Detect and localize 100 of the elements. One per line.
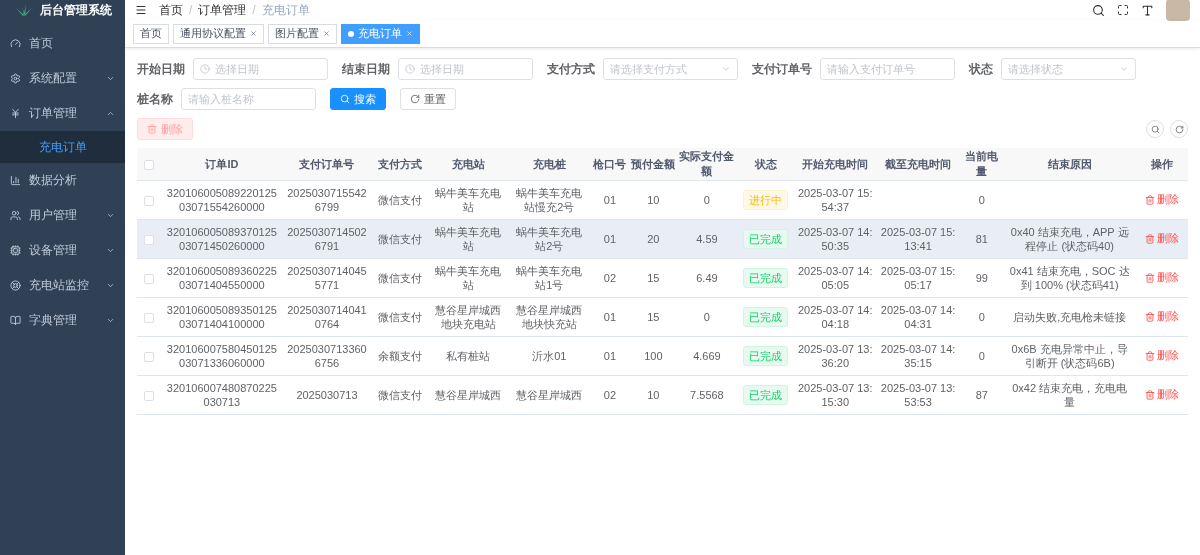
row-checkbox[interactable] bbox=[144, 313, 155, 324]
sidebar-item[interactable]: 用户管理 bbox=[0, 198, 125, 233]
breadcrumb-item[interactable]: 首页 bbox=[159, 1, 183, 19]
table-cell: 01 bbox=[589, 297, 631, 337]
table-cell: 2025-03-07 13:15:30 bbox=[793, 375, 877, 415]
select-all-checkbox[interactable] bbox=[144, 160, 155, 171]
delete-link[interactable]: 删除 bbox=[1144, 387, 1179, 403]
sidebar-subitem[interactable]: 充电订单 bbox=[0, 131, 125, 163]
table-row[interactable]: 320106007480870225030713 2025030713 微信支付 慧谷星岸城西 慧谷星岸城西 02 10 7.5568 已完成 2025-03-07 13:15:30 2025-03-07 13:53:53 87 0x42 结束充电，充电电量 删除 bbox=[137, 375, 1188, 415]
table-cell: 2025-03-07 15:13:41 bbox=[876, 219, 960, 259]
table-cell: 20250307145026791 bbox=[282, 219, 372, 259]
row-checkbox[interactable] bbox=[144, 235, 155, 246]
refresh-icon bbox=[1174, 124, 1184, 134]
table-cell: 微信支付 bbox=[371, 258, 428, 298]
chevron-down-icon bbox=[106, 246, 115, 255]
menu-icon[interactable] bbox=[135, 4, 147, 16]
table-cell: 2025-03-07 14:04:31 bbox=[876, 297, 960, 337]
breadcrumb-separator: / bbox=[252, 3, 256, 17]
table-cell: 10 bbox=[630, 180, 677, 220]
row-checkbox[interactable] bbox=[144, 352, 155, 363]
status-tag: 已完成 bbox=[743, 307, 788, 327]
yen-icon bbox=[10, 108, 21, 119]
book-icon bbox=[10, 315, 21, 326]
chevron-down-icon bbox=[106, 74, 115, 83]
refresh-icon bbox=[410, 94, 420, 104]
reset-button[interactable]: 重置 bbox=[400, 88, 456, 110]
table-cell: 2025-03-07 15:54:37 bbox=[793, 180, 877, 220]
table-cell: 0 bbox=[959, 180, 1004, 220]
search-toggle-button[interactable] bbox=[1146, 120, 1164, 138]
table-cell: 2025030713 bbox=[282, 375, 372, 415]
delete-link[interactable]: 删除 bbox=[1144, 309, 1179, 325]
clock-icon bbox=[405, 64, 415, 74]
table-cell: 4.669 bbox=[676, 336, 738, 376]
fullscreen-icon[interactable] bbox=[1117, 4, 1129, 16]
chevron-down-icon bbox=[721, 64, 731, 74]
sidebar-item[interactable]: 数据分析 bbox=[0, 163, 125, 198]
trash-icon bbox=[1144, 311, 1155, 322]
table-cell: 0 bbox=[959, 336, 1004, 376]
table-cell: 6.49 bbox=[676, 258, 738, 298]
table-cell: 微信支付 bbox=[371, 375, 428, 415]
table-cell: 02 bbox=[589, 375, 631, 415]
filter-label: 支付方式 bbox=[547, 60, 595, 78]
sidebar-item[interactable]: 字典管理 bbox=[0, 303, 125, 338]
table-cell: 启动失败,充电枪未链接 bbox=[1004, 297, 1136, 337]
app-title: 后台管理系统 bbox=[39, 1, 112, 19]
breadcrumb-item[interactable]: 订单管理 bbox=[198, 1, 247, 19]
row-checkbox[interactable] bbox=[144, 196, 155, 207]
page-tab[interactable]: 通用协议配置 bbox=[173, 23, 264, 44]
chevron-down-icon bbox=[1119, 64, 1129, 74]
sidebar-item[interactable]: 订单管理 bbox=[0, 96, 125, 131]
table-cell: 蜗牛美车充电站 bbox=[428, 258, 509, 298]
sidebar-item[interactable]: 设备管理 bbox=[0, 233, 125, 268]
table-cell: 20250307140410764 bbox=[282, 297, 372, 337]
row-checkbox[interactable] bbox=[144, 391, 155, 402]
column-header: 充电站 bbox=[428, 148, 509, 181]
table-cell: 慧谷星岸城西地块充电站 bbox=[428, 297, 509, 337]
font-size-icon[interactable] bbox=[1141, 3, 1154, 17]
gauge-icon bbox=[10, 38, 21, 49]
table-cell: 蜗牛美车充电站慢充2号 bbox=[508, 180, 590, 220]
table-cell: 32010600508936022503071404550000 bbox=[161, 258, 283, 298]
table-cell: 81 bbox=[959, 219, 1004, 259]
table-cell: 20250307133606756 bbox=[282, 336, 372, 376]
table-cell: 微信支付 bbox=[371, 219, 428, 259]
trash-icon bbox=[1144, 389, 1155, 400]
row-checkbox[interactable] bbox=[144, 274, 155, 285]
sidebar-item[interactable]: 充电站监控 bbox=[0, 268, 125, 303]
close-icon[interactable] bbox=[323, 30, 330, 37]
refresh-button[interactable] bbox=[1170, 120, 1188, 138]
delete-link[interactable]: 删除 bbox=[1144, 270, 1179, 286]
table-cell: 余额支付 bbox=[371, 336, 428, 376]
page-tab[interactable]: 首页 bbox=[133, 23, 169, 44]
table-cell: 2025-03-07 15:05:17 bbox=[876, 258, 960, 298]
filter-label: 状态 bbox=[969, 60, 993, 78]
search-icon[interactable] bbox=[1092, 3, 1105, 17]
column-header: 支付方式 bbox=[371, 148, 428, 181]
column-header: 充电桩 bbox=[508, 148, 590, 181]
page-tab[interactable]: 图片配置 bbox=[268, 23, 337, 44]
sidebar-item[interactable]: 首页 bbox=[0, 26, 125, 61]
table-cell: 0x6B 充电异常中止，导引断开 (状态码6B) bbox=[1004, 336, 1136, 376]
delete-link[interactable]: 删除 bbox=[1144, 192, 1179, 208]
delete-link[interactable]: 删除 bbox=[1144, 348, 1179, 364]
trash-icon bbox=[147, 124, 157, 134]
breadcrumb-item: 充电订单 bbox=[261, 1, 310, 19]
table-cell: 99 bbox=[959, 258, 1004, 298]
search-icon bbox=[340, 94, 350, 104]
table-cell: 32010600508922012503071554260000 bbox=[161, 180, 283, 220]
avatar-placeholder[interactable] bbox=[1166, 0, 1190, 21]
chevron-up-icon bbox=[106, 109, 115, 118]
trash-icon bbox=[1144, 233, 1155, 244]
column-header: 操作 bbox=[1135, 148, 1188, 181]
column-header: 截至充电时间 bbox=[876, 148, 960, 181]
sidebar-item[interactable]: 系统配置 bbox=[0, 61, 125, 96]
table-cell: 慧谷星岸城西 bbox=[428, 375, 509, 415]
chevron-down-icon bbox=[106, 211, 115, 220]
table-cell: 蜗牛美车充电站2号 bbox=[508, 219, 590, 259]
table-cell: 100 bbox=[630, 336, 677, 376]
table-cell: 2025-03-07 14:35:15 bbox=[876, 336, 960, 376]
table-cell: 2025-03-07 14:05:05 bbox=[793, 258, 877, 298]
close-icon[interactable] bbox=[250, 30, 257, 37]
table-cell: 4.59 bbox=[676, 219, 738, 259]
